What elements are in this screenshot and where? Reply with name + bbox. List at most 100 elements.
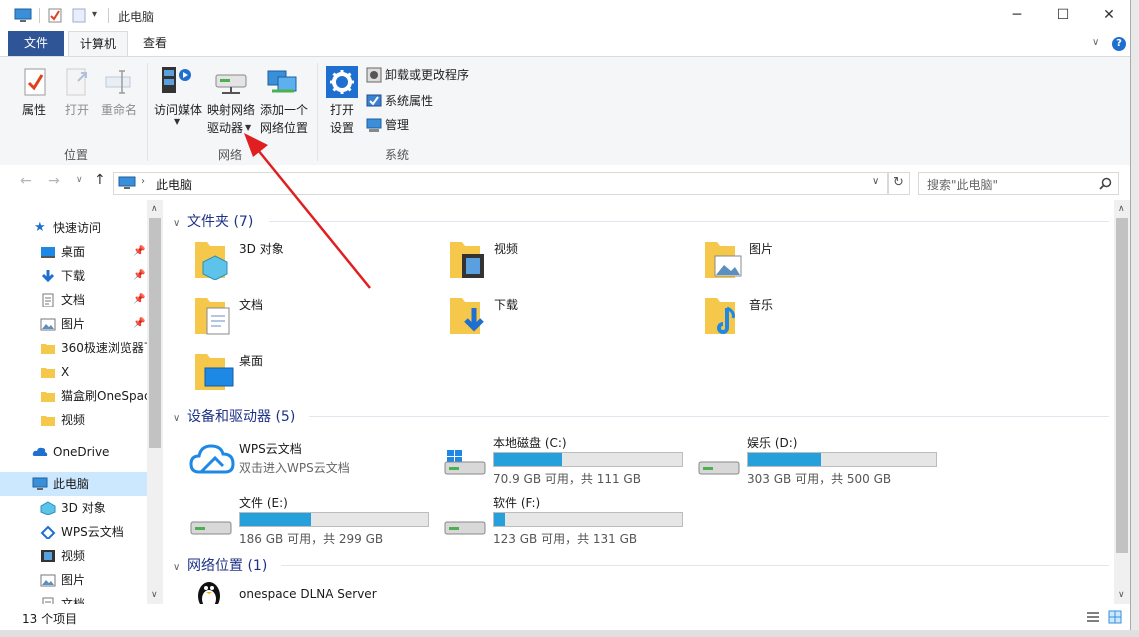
scroll-up-icon[interactable]: ∧ xyxy=(1118,204,1125,214)
minimize-button[interactable]: ─ xyxy=(994,0,1040,31)
drive-item[interactable]: 文件 (E:) 186 GB 可用，共 299 GB xyxy=(189,494,439,550)
add-location-label-1[interactable]: 添加一个 xyxy=(258,101,310,118)
refresh-button[interactable]: ↻ xyxy=(888,172,910,195)
nav-scrollbar[interactable]: ∧ ∨ xyxy=(147,200,163,604)
ribbon-collapse-icon[interactable]: ∨ xyxy=(1092,37,1099,48)
system-properties-label: 系统属性 xyxy=(385,94,434,108)
folder-item[interactable]: 桌面 xyxy=(193,350,443,402)
nav-label: 快速访问 xyxy=(53,221,102,235)
nav-quick-item[interactable]: 桌面 📌 xyxy=(0,240,147,264)
open-settings-label-1[interactable]: 打开 xyxy=(322,101,362,118)
folder-item[interactable]: 下载 xyxy=(448,294,698,346)
open-button[interactable]: 打开 xyxy=(57,101,97,118)
properties-button[interactable]: 属性 xyxy=(14,101,54,118)
nav-label: 3D 对象 xyxy=(61,501,106,515)
nav-onedrive[interactable]: OneDrive xyxy=(0,440,147,464)
nav-label: 图片 xyxy=(61,317,86,331)
close-button[interactable]: ✕ xyxy=(1086,0,1130,31)
tab-file[interactable]: 文件 xyxy=(8,31,64,56)
large-icons-view-icon[interactable] xyxy=(1108,610,1122,624)
folder-item[interactable]: 视频 xyxy=(448,238,698,290)
details-view-icon[interactable] xyxy=(1086,611,1100,623)
forward-button[interactable]: → xyxy=(48,173,60,189)
map-drive-label-1[interactable]: 映射网络 xyxy=(205,101,257,118)
search-icon xyxy=(1099,177,1112,190)
pin-icon[interactable]: 📌 xyxy=(133,240,145,264)
folder-item[interactable]: 文档 xyxy=(193,294,443,346)
nav-quick-item[interactable]: 文档 📌 xyxy=(0,288,147,312)
folder-item[interactable]: 音乐 xyxy=(703,294,953,346)
nav-quick-item[interactable]: X xyxy=(0,360,147,384)
section-title: 文件夹 (7) xyxy=(187,214,254,230)
address-path[interactable]: 此电脑 xyxy=(156,176,192,193)
pin-icon[interactable]: 📌 xyxy=(133,288,145,312)
network-item[interactable]: onespace DLNA Server xyxy=(195,580,475,604)
folder-item[interactable]: 3D 对象 xyxy=(193,238,443,290)
nav-label: 猫盒刷OneSpace xyxy=(61,389,147,403)
manage-label: 管理 xyxy=(385,118,410,132)
folder-item[interactable]: 图片 xyxy=(703,238,953,290)
section-network[interactable]: ∨ 网络位置 (1) xyxy=(173,555,267,575)
address-bar[interactable]: › 此电脑 ∨ xyxy=(113,172,888,195)
map-drive-label-2[interactable]: 驱动器 xyxy=(201,119,249,136)
drive-usage-bar xyxy=(239,512,429,527)
nav-quick-access[interactable]: ★ 快速访问 xyxy=(0,216,147,240)
item-icon xyxy=(41,270,55,283)
drive-item[interactable]: 本地磁盘 (C:) 70.9 GB 可用，共 111 GB xyxy=(443,434,693,490)
new-folder-quick-icon[interactable] xyxy=(72,8,86,23)
drive-name: 文件 (E:) xyxy=(239,496,288,510)
folder-icon xyxy=(41,368,55,378)
this-pc-icon xyxy=(118,176,136,189)
section-devices[interactable]: ∨ 设备和驱动器 (5) xyxy=(173,406,295,426)
background-window-edge xyxy=(1131,0,1139,637)
wps-cloud-item[interactable]: WPS云文档 双击进入WPS云文档 xyxy=(189,440,439,496)
rename-button[interactable]: 重命名 xyxy=(97,101,141,118)
nav-pc-item[interactable]: WPS云文档 xyxy=(0,520,147,544)
tab-computer[interactable]: 计算机 xyxy=(68,31,128,57)
up-button[interactable]: ↑ xyxy=(94,172,106,188)
scroll-down-icon[interactable]: ∨ xyxy=(1118,590,1125,600)
content-scrollbar[interactable]: ∧ ∨ xyxy=(1114,200,1130,604)
hard-drive-icon xyxy=(698,461,740,475)
recent-locations-icon[interactable]: ∨ xyxy=(76,175,83,185)
nav-pc-item[interactable]: 视频 xyxy=(0,544,147,568)
nav-scroll-thumb[interactable] xyxy=(149,218,161,448)
uninstall-icon xyxy=(366,67,382,83)
nav-quick-item[interactable]: 猫盒刷OneSpace xyxy=(0,384,147,408)
nav-pc-item[interactable]: 3D 对象 xyxy=(0,496,147,520)
content-scroll-thumb[interactable] xyxy=(1116,218,1128,553)
nav-label: X xyxy=(61,365,70,379)
maximize-button[interactable]: ☐ xyxy=(1040,0,1086,31)
search-input[interactable]: 搜索"此电脑" xyxy=(927,176,998,193)
nav-quick-item[interactable]: 360极速浏览器下 xyxy=(0,336,147,360)
pin-icon[interactable]: 📌 xyxy=(133,264,145,288)
wps-cloud-icon xyxy=(189,444,235,474)
add-location-label-2[interactable]: 网络位置 xyxy=(258,119,310,136)
nav-this-pc[interactable]: 此电脑 xyxy=(0,472,147,496)
quick-access-dropdown[interactable]: ▾ xyxy=(92,9,97,20)
nav-quick-item[interactable]: 下载 📌 xyxy=(0,264,147,288)
search-box[interactable]: 搜索"此电脑" xyxy=(918,172,1119,195)
properties-quick-icon[interactable] xyxy=(48,8,62,23)
section-folders[interactable]: ∨ 文件夹 (7) xyxy=(173,211,253,231)
scroll-down-icon[interactable]: ∨ xyxy=(151,590,158,600)
section-title: 网络位置 (1) xyxy=(187,558,268,574)
back-button[interactable]: ← xyxy=(20,173,32,189)
scroll-up-icon[interactable]: ∧ xyxy=(151,204,158,214)
tab-view[interactable]: 查看 xyxy=(130,31,180,56)
manage-icon xyxy=(366,118,382,132)
add-network-location-icon xyxy=(267,70,297,93)
nav-label: WPS云文档 xyxy=(61,525,124,539)
help-icon[interactable]: ? xyxy=(1112,37,1126,51)
nav-quick-item[interactable]: 视频 xyxy=(0,408,147,432)
drive-item[interactable]: 娱乐 (D:) 303 GB 可用，共 500 GB xyxy=(697,434,947,490)
open-settings-label-2[interactable]: 设置 xyxy=(322,119,362,136)
access-media-button[interactable]: 访问媒体 xyxy=(152,101,204,118)
drive-item[interactable]: 软件 (F:) 123 GB 可用，共 131 GB xyxy=(443,494,693,550)
divider xyxy=(108,8,109,23)
system-properties-icon xyxy=(366,94,382,107)
pin-icon[interactable]: 📌 xyxy=(133,312,145,336)
nav-pc-item[interactable]: 图片 xyxy=(0,568,147,592)
address-history-dropdown[interactable]: ∨ xyxy=(872,176,879,187)
nav-quick-item[interactable]: 图片 📌 xyxy=(0,312,147,336)
